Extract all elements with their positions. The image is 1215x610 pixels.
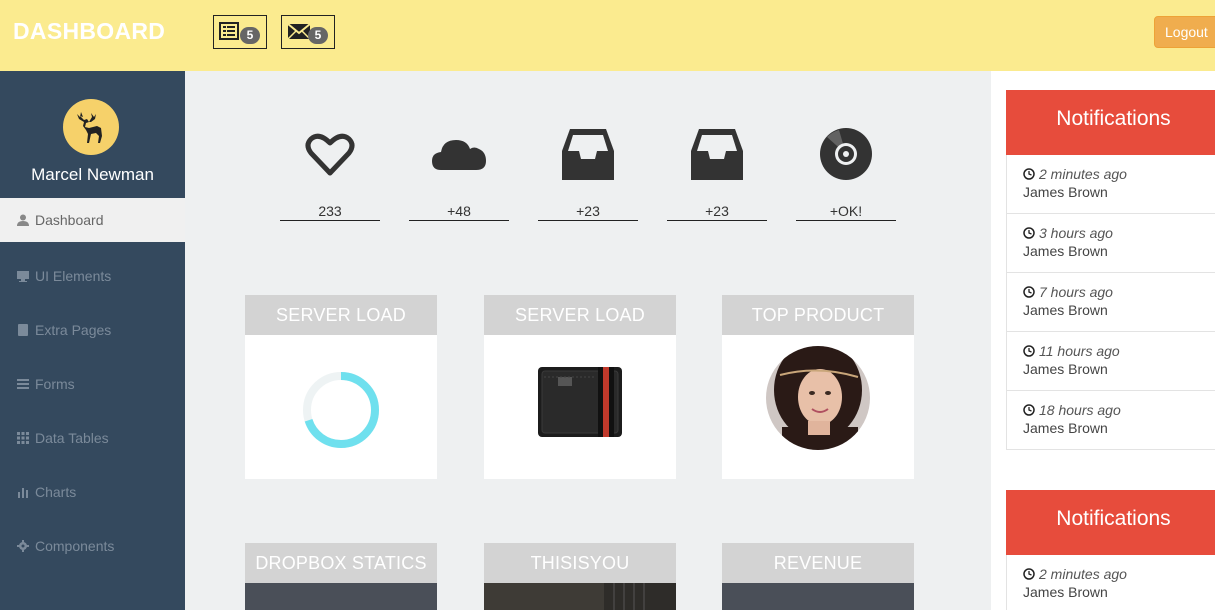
notification-name: James Brown [1023,184,1108,200]
stat-cloud: +48 [409,125,509,221]
sidebar-item-label: Charts [35,484,77,500]
book-icon [18,324,28,336]
notification-time: 2 minutes ago [1039,566,1127,582]
stat-inbox-1: +23 [538,125,638,221]
stat-inbox-2: +23 [667,125,767,221]
brand-title[interactable]: DASHBOARD [13,18,165,45]
panel-server-load: SERVER LOAD [245,295,437,479]
notifications-column: Notifications 2 minutes ago James Brown … [991,71,1215,610]
notification-name: James Brown [1023,584,1108,600]
heart-icon [305,133,355,176]
sidebar-item-label: Components [35,538,115,554]
sidebar-item-components[interactable]: Components [0,524,185,568]
sidebar-item-dashboard[interactable]: Dashboard [0,198,185,242]
sidebar-item-label: Dashboard [35,212,104,228]
panel-server-load-2: SERVER LOAD [484,295,676,479]
tasks-count-badge: 5 [240,27,260,44]
panel-title: DROPBOX STATICS [245,543,437,583]
notification-time: 18 hours ago [1039,402,1121,418]
vinyl-icon [820,128,872,180]
notification-name: James Brown [1023,302,1108,318]
stat-vinyl: +OK! [796,125,896,221]
sidebar: Marcel Newman Dashboard UI Elements Extr… [0,71,185,610]
clock-icon [1023,168,1035,180]
panel-title: REVENUE [722,543,914,583]
monitor-icon [17,271,29,282]
list-icon [17,379,29,389]
sidebar-item-ui-elements[interactable]: UI Elements [0,254,185,298]
notification-time: 2 minutes ago [1039,166,1127,182]
clock-icon [1023,286,1035,298]
panel-top-product: TOP PRODUCT [722,295,914,479]
grid-icon [17,432,29,444]
deer-icon [77,112,102,143]
sidebar-item-forms[interactable]: Forms [0,362,185,406]
sidebar-item-label: Extra Pages [35,322,112,338]
notification-item[interactable]: 2 minutes ago James Brown [1006,155,1215,214]
wallet-image [538,367,622,437]
sidebar-item-label: UI Elements [35,268,112,284]
panel-thisisyou: THISISYOU [484,543,676,610]
stat-value: +23 [538,203,638,221]
notification-name: James Brown [1023,361,1108,377]
notification-time: 11 hours ago [1039,343,1120,359]
tasks-button[interactable]: 5 [213,15,267,49]
stat-value: 233 [280,203,380,221]
server-load-donut [303,372,379,448]
sidebar-item-extra-pages[interactable]: Extra Pages [0,308,185,352]
panel-photo [484,583,676,610]
sidebar-item-label: Forms [35,376,75,392]
notification-name: James Brown [1023,243,1108,259]
logout-button[interactable]: Logout [1154,16,1215,48]
mail-button[interactable]: 5 [281,15,335,49]
notification-item[interactable]: 2 minutes ago James Brown [1006,555,1215,610]
inbox-icon [691,129,743,180]
notification-item[interactable]: 18 hours ago James Brown [1006,391,1215,450]
list-icon [219,22,239,40]
notification-item[interactable]: 3 hours ago James Brown [1006,214,1215,273]
bar-chart-icon [18,488,28,498]
stat-value: +OK! [796,203,896,221]
notification-time: 3 hours ago [1039,225,1113,241]
profile-photo[interactable] [722,335,914,479]
notification-item[interactable]: 7 hours ago James Brown [1006,273,1215,332]
sidebar-item-data-tables[interactable]: Data Tables [0,416,185,460]
mail-count-badge: 5 [308,27,328,44]
notifications-header: Notifications [1006,90,1215,155]
clock-icon [1023,345,1035,357]
notification-name: James Brown [1023,420,1108,436]
stat-value: +23 [667,203,767,221]
notification-time: 7 hours ago [1039,284,1113,300]
cog-icon [17,540,29,552]
sidebar-item-charts[interactable]: Charts [0,470,185,514]
panel-title: SERVER LOAD [245,295,437,335]
stat-value: +48 [409,203,509,221]
top-header: DASHBOARD 5 5 Logout [0,0,1215,71]
notifications-header-2: Notifications [1006,490,1215,555]
clock-icon [1023,404,1035,416]
notification-item[interactable]: 11 hours ago James Brown [1006,332,1215,391]
panel-revenue: REVENUE [722,543,914,610]
panel-dropbox-statics: DROPBOX STATICS [245,543,437,610]
stat-likes: 233 [280,125,380,221]
avatar[interactable] [63,99,119,155]
inbox-icon [562,129,614,180]
clock-icon [1023,227,1035,239]
user-icon [17,214,29,226]
sidebar-item-label: Data Tables [35,430,109,446]
panel-title: TOP PRODUCT [722,295,914,335]
panel-title: SERVER LOAD [484,295,676,335]
cloud-icon [432,140,486,170]
panel-title: THISISYOU [484,543,676,583]
clock-icon [1023,568,1035,580]
user-name: Marcel Newman [31,165,154,184]
